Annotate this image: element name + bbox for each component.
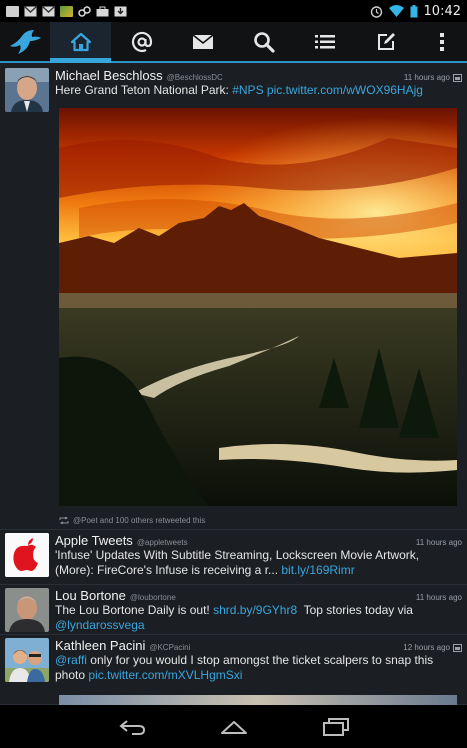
author-handle: @KCPacini: [149, 643, 191, 652]
home-nav-icon: [220, 720, 247, 734]
gallery-icon: [6, 5, 19, 17]
back-button[interactable]: [112, 712, 152, 742]
retweet-info: @Poet and 100 others retweeted this: [59, 516, 205, 525]
avatar[interactable]: [5, 638, 49, 682]
timeline[interactable]: Michael Beschloss @BeschlossDC 11 hours …: [0, 65, 467, 705]
tweet-item[interactable]: Kathleen Pacini @KCPacini 12 hours ago @…: [0, 635, 467, 705]
tweet-item[interactable]: Michael Beschloss @BeschlossDC 11 hours …: [0, 65, 467, 530]
author-name[interactable]: Apple Tweets: [55, 533, 133, 548]
alarm-icon: [370, 5, 382, 18]
battery-icon: [410, 4, 418, 17]
timestamp-text: 12 hours ago: [403, 643, 450, 652]
tweet-text: 'Infuse' Updates With Subtitle Streaming…: [55, 548, 461, 578]
home-icon: [70, 32, 91, 51]
app-logo-icon[interactable]: [0, 22, 50, 61]
home-nav-button[interactable]: [214, 712, 254, 742]
briefcase-icon: [96, 6, 109, 16]
compose-icon: [378, 32, 396, 50]
download-icon: [114, 6, 127, 16]
system-nav-bar: [0, 705, 467, 748]
gmail-icon: [42, 5, 55, 16]
mention-link[interactable]: @raffi: [55, 653, 87, 667]
author-handle: @appletweets: [136, 538, 188, 547]
author-handle: @BeschlossDC: [166, 73, 223, 82]
lists-icon: [315, 34, 336, 48]
overflow-menu-icon: [440, 32, 445, 51]
messages-icon: [192, 33, 214, 49]
tab-mentions[interactable]: [111, 22, 172, 61]
tweet-body: The Lou Bortone Daily is out!: [55, 603, 214, 617]
tweet-link[interactable]: shrd.by/9GYhr8: [213, 603, 297, 617]
avatar[interactable]: [5, 68, 49, 112]
tweet-text: @raffi only for you would I stop amongst…: [55, 653, 461, 683]
app-icon: [60, 5, 73, 17]
author-handle: @loubortone: [129, 593, 176, 602]
mention-link[interactable]: @lyndarossvega: [55, 618, 145, 632]
timestamp: 11 hours ago: [415, 593, 462, 602]
compose-button[interactable]: [356, 22, 417, 61]
tweet-body-continued: Top stories today via: [297, 603, 417, 617]
overflow-menu-button[interactable]: [417, 22, 467, 61]
mentions-icon: [131, 31, 152, 52]
tweet-photo[interactable]: [59, 108, 457, 506]
retweet-text: @Poet and 100 others retweeted this: [73, 516, 206, 525]
tab-lists[interactable]: [295, 22, 356, 61]
link-icon: [78, 5, 91, 17]
tab-messages[interactable]: [172, 22, 233, 61]
avatar[interactable]: [5, 588, 49, 632]
recents-icon: [322, 717, 349, 736]
search-button[interactable]: [234, 22, 295, 61]
search-icon: [254, 31, 275, 53]
tweet-item[interactable]: Lou Bortone @loubortone 11 hours ago The…: [0, 585, 467, 635]
status-bar: 10:42: [0, 0, 467, 22]
action-bar: [0, 22, 467, 63]
tweet-link[interactable]: #NPS pic.twitter.com/wWOX96HAjg: [232, 83, 423, 97]
timestamp: 11 hours ago: [415, 538, 462, 547]
tweet-body: Here Grand Teton National Park:: [55, 83, 233, 97]
timestamp: 11 hours ago: [404, 73, 462, 82]
back-icon: [118, 719, 145, 735]
retweet-icon: [59, 517, 69, 524]
author-name[interactable]: Lou Bortone: [55, 588, 126, 603]
avatar[interactable]: [5, 533, 49, 577]
tweet-photo-preview[interactable]: [59, 695, 457, 705]
tweet-link[interactable]: pic.twitter.com/mXVLHgmSxi: [88, 668, 242, 682]
timestamp-text: 11 hours ago: [403, 73, 450, 82]
notification-icons: [6, 5, 127, 17]
author-name[interactable]: Kathleen Pacini: [55, 638, 145, 653]
clock: 10:42: [423, 3, 461, 19]
tweet-text: Here Grand Teton National Park: #NPS pic…: [55, 83, 461, 98]
tweet-link[interactable]: bit.ly/169Rimr: [281, 563, 354, 577]
wifi-icon: [388, 5, 404, 17]
image-attachment-icon: [453, 643, 462, 652]
tweet-item[interactable]: Apple Tweets @appletweets 11 hours ago '…: [0, 530, 467, 585]
timestamp: 12 hours ago: [403, 643, 462, 652]
image-attachment-icon: [453, 73, 462, 82]
author-name[interactable]: Michael Beschloss: [55, 68, 163, 83]
gmail-icon: [24, 5, 37, 16]
recents-button[interactable]: [316, 712, 356, 742]
tweet-body: 'Infuse' Updates With Subtitle Streaming…: [55, 548, 420, 577]
tweet-text: The Lou Bortone Daily is out! shrd.by/9G…: [55, 603, 461, 633]
tab-home[interactable]: [50, 22, 112, 63]
